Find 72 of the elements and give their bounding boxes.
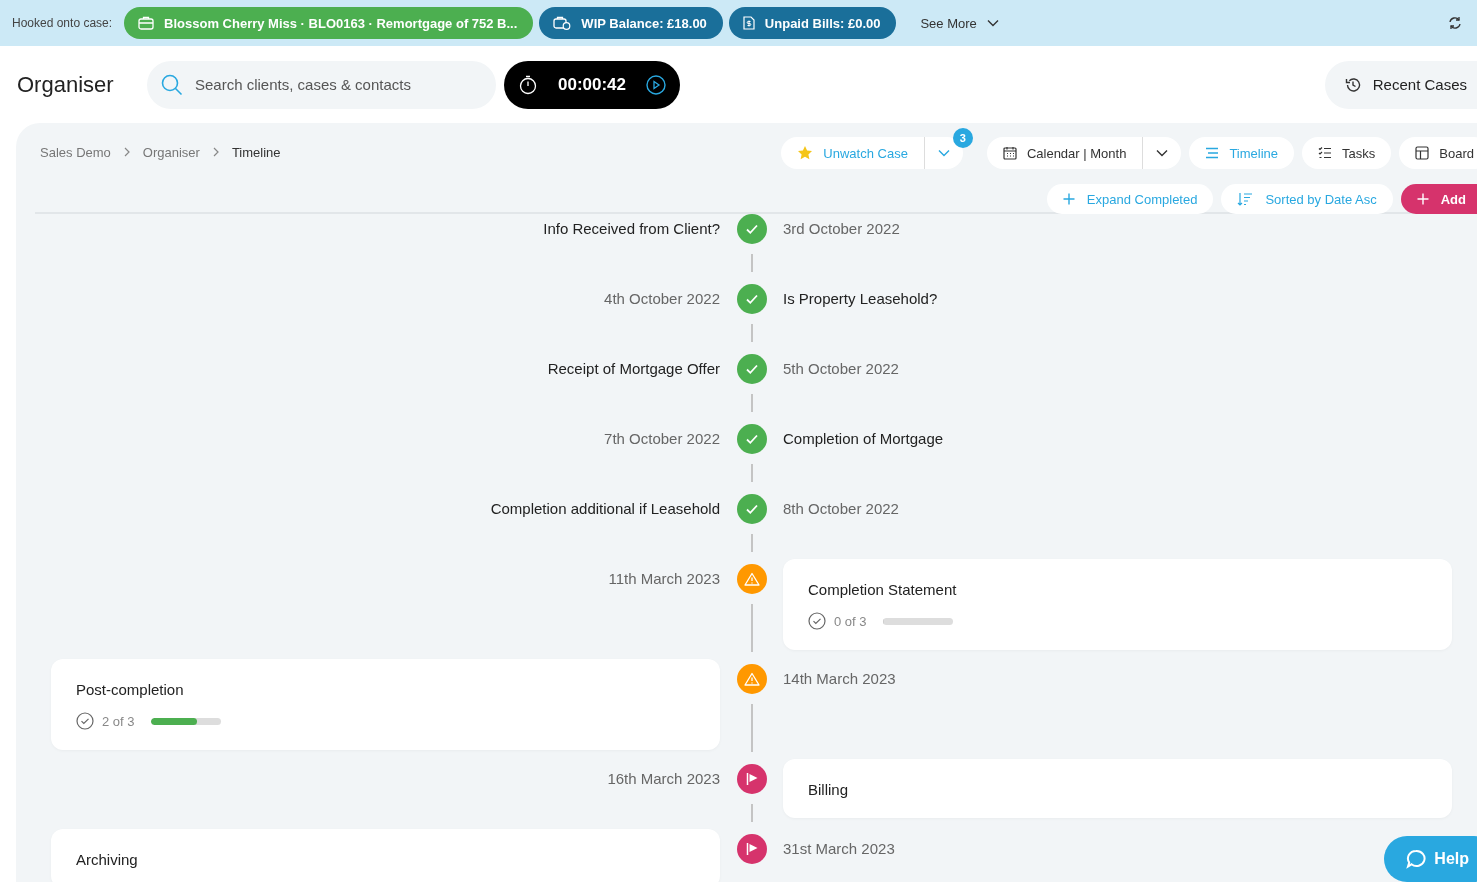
date-label: 16th March 2023	[607, 769, 720, 789]
invoice-icon	[742, 16, 755, 30]
date-label: 5th October 2022	[783, 359, 899, 379]
progress-count: 2 of 3	[102, 713, 135, 729]
warning-icon	[736, 664, 767, 694]
breadcrumb-item: Timeline	[231, 144, 281, 160]
task-title[interactable]: Is Property Leasehold?	[783, 284, 938, 314]
check-icon	[736, 354, 767, 384]
task-card[interactable]: Archiving	[51, 829, 720, 882]
chevron-down-icon[interactable]	[1156, 149, 1169, 157]
check-icon	[736, 284, 767, 314]
card-title: Post-completion	[76, 681, 185, 698]
flag-icon	[736, 764, 767, 794]
briefcase-clock-icon	[553, 16, 572, 30]
play-icon[interactable]	[646, 74, 666, 95]
date-label: 7th October 2022	[604, 429, 720, 449]
check-circle-icon	[808, 612, 826, 630]
task-title[interactable]: Receipt of Mortgage Offer	[547, 354, 720, 384]
star-icon	[797, 145, 814, 161]
unpaid-bills-chip[interactable]: Unpaid Bills: £0.00	[728, 7, 897, 39]
date-label: 31st March 2023	[783, 839, 895, 859]
refresh-icon[interactable]	[1448, 16, 1462, 30]
search-icon	[161, 73, 183, 96]
chevron-right-icon	[211, 147, 220, 157]
lines-icon	[1205, 147, 1220, 159]
warning-icon	[736, 564, 767, 594]
breadcrumb-item[interactable]: Organiser	[142, 144, 200, 160]
flag-icon	[736, 834, 767, 864]
board-icon	[1415, 146, 1430, 160]
plus-icon	[1062, 193, 1075, 205]
chevron-right-icon	[122, 147, 131, 157]
check-circle-icon	[76, 712, 94, 730]
card-title: Billing	[808, 781, 850, 798]
chat-bubble-icon	[1406, 849, 1427, 869]
task-card[interactable]: Billing	[783, 759, 1452, 818]
see-more-button[interactable]: See More	[914, 14, 1005, 32]
task-title[interactable]: Info Received from Client?	[543, 214, 720, 244]
date-label: 4th October 2022	[604, 289, 720, 309]
task-title[interactable]: Completion of Mortgage	[783, 424, 944, 454]
calendar-icon	[1002, 146, 1017, 160]
card-title: Archiving	[76, 851, 139, 868]
search-field[interactable]: Search clients, cases & contacts	[147, 60, 496, 109]
view-tab[interactable]: Board	[1399, 137, 1477, 169]
date-label: 8th October 2022	[783, 499, 899, 519]
plus-icon	[1416, 193, 1429, 205]
task-card[interactable]: Post-completion 2 of 3	[51, 659, 720, 750]
date-label: 11th March 2023	[608, 569, 720, 589]
timer-time: 00:00:42	[557, 74, 627, 95]
view-tab[interactable]: Calendar | Month	[986, 137, 1182, 169]
chevron-down-icon	[986, 19, 999, 27]
sort-icon	[1237, 192, 1254, 206]
check-icon	[736, 424, 767, 454]
progress-count: 0 of 3	[834, 613, 867, 629]
briefcase-icon	[138, 16, 155, 30]
count-badge: 3	[952, 128, 973, 148]
card-title: Completion Statement	[808, 581, 958, 598]
task-card[interactable]: Completion Statement 0 of 3	[783, 559, 1452, 650]
page-title: Organiser	[17, 71, 115, 98]
breadcrumb-item[interactable]: Sales Demo	[40, 144, 111, 160]
history-icon	[1344, 76, 1361, 93]
wip-balance-chip[interactable]: WIP Balance: £18.00	[539, 7, 723, 39]
hooked-label: Hooked onto case:	[12, 16, 113, 30]
add-button[interactable]: Add	[1400, 184, 1477, 214]
recent-cases-button[interactable]: Recent Cases	[1324, 60, 1477, 109]
checklist-icon	[1318, 147, 1333, 159]
date-label: 14th March 2023	[783, 669, 896, 689]
check-icon	[736, 494, 767, 524]
view-tab[interactable]: Tasks	[1302, 137, 1392, 169]
date-label: 3rd October 2022	[783, 219, 900, 239]
stopwatch-icon[interactable]	[518, 74, 538, 95]
check-icon	[736, 214, 767, 244]
task-title[interactable]: Completion additional if Leasehold	[490, 494, 720, 524]
